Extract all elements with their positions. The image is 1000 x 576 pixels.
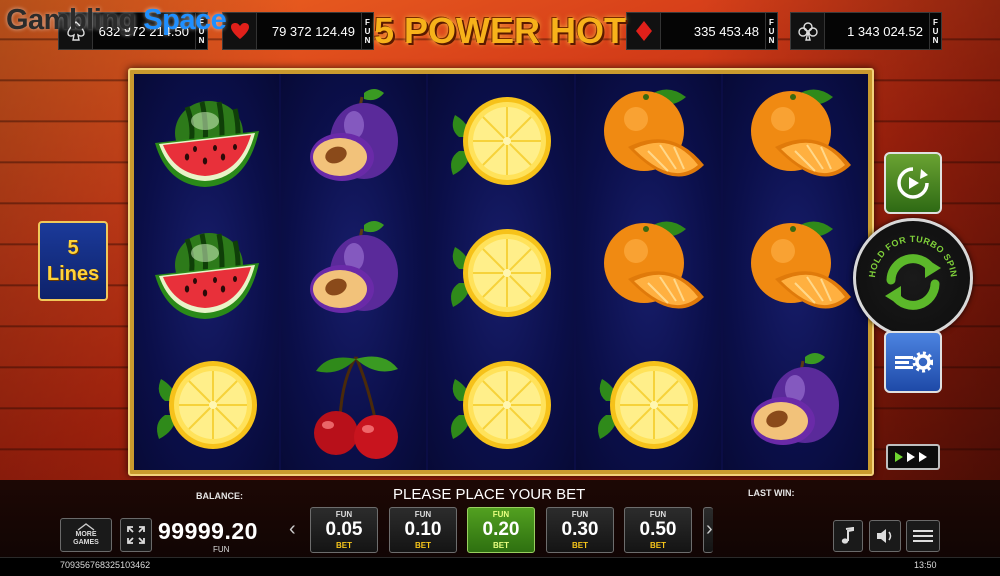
- orange-symbol: [723, 74, 868, 206]
- lemon-symbol: [428, 206, 573, 338]
- lines-label: Lines: [46, 263, 100, 285]
- watermelon-symbol: [134, 206, 279, 338]
- volume-button[interactable]: [869, 520, 901, 552]
- menu-button[interactable]: [906, 520, 940, 552]
- autoplay-icon: [897, 167, 929, 199]
- last-win-label: LAST WIN:: [748, 488, 795, 498]
- plum-symbol: [281, 74, 426, 206]
- ticket-id: 709356768325103462: [60, 560, 151, 570]
- reel-3: [428, 74, 574, 470]
- music-note-icon: [841, 527, 854, 544]
- lines-count: 5: [67, 237, 79, 259]
- club-icon: [791, 13, 825, 49]
- bet-next-arrow[interactable]: ›: [706, 518, 713, 541]
- plum-symbol: [723, 338, 868, 470]
- reel-4: [575, 74, 721, 470]
- autoplay-button[interactable]: [884, 152, 942, 214]
- status-message: PLEASE PLACE YOUR BET: [393, 486, 586, 503]
- fullscreen-button[interactable]: [120, 518, 152, 552]
- diamond-icon: [627, 13, 661, 49]
- turbo-button[interactable]: [886, 444, 940, 470]
- jackpot-amount: 335 453.48: [693, 23, 759, 39]
- lemon-symbol: [134, 338, 279, 470]
- lines-indicator: 5 Lines: [38, 221, 108, 301]
- game-title: 5 POWER HOT: [374, 10, 627, 51]
- jackpot-currency: FUN: [361, 13, 373, 49]
- settings-icon: [895, 351, 933, 373]
- heart-icon: [223, 13, 257, 49]
- bet-option[interactable]: FUN 0.10 BET: [389, 507, 457, 553]
- jackpot-amount: 79 372 124.49: [271, 23, 355, 39]
- plum-symbol: [281, 206, 426, 338]
- spin-button[interactable]: HOLD FOR TURBO SPIN: [853, 218, 973, 338]
- bet-prev-arrow[interactable]: ‹: [289, 518, 296, 541]
- jackpot-currency: FUN: [765, 13, 777, 49]
- spin-icon: [885, 254, 941, 310]
- orange-symbol: [576, 74, 721, 206]
- jackpot-club: 1 343 024.52 FUN: [790, 12, 942, 50]
- reel-frame: [128, 68, 874, 476]
- bet-option[interactable]: FUN 0.05 BET: [310, 507, 378, 553]
- bet-option-selected[interactable]: FUN 0.20 BET: [467, 507, 535, 553]
- jackpot-currency: FUN: [929, 13, 941, 49]
- more-games-button[interactable]: MORE GAMES: [60, 518, 112, 552]
- home-icon: [77, 523, 95, 531]
- reels: [134, 74, 869, 470]
- lemon-symbol: [428, 74, 573, 206]
- reel-2: [281, 74, 427, 470]
- speaker-icon: [877, 529, 892, 543]
- bet-settings-button[interactable]: [884, 331, 942, 393]
- watermelon-symbol: [134, 74, 279, 206]
- reel-5: [722, 74, 869, 470]
- hamburger-icon: [913, 530, 933, 542]
- orange-symbol: [576, 206, 721, 338]
- sound-effects-button[interactable]: [833, 520, 863, 552]
- fullscreen-icon: [127, 526, 145, 544]
- jackpot-diamond: 335 453.48 FUN: [626, 12, 778, 50]
- lemon-symbol: [428, 338, 573, 470]
- balance-value: 99999.20: [158, 518, 258, 544]
- bet-option[interactable]: FUN 0.30 BET: [546, 507, 614, 553]
- balance-label: BALANCE:: [196, 491, 243, 501]
- lemon-symbol: [576, 338, 721, 470]
- balance-currency: FUN: [213, 545, 230, 554]
- orange-symbol: [723, 206, 868, 338]
- brand-logo: Gambling Space: [6, 4, 227, 36]
- clock: 13:50: [914, 560, 937, 570]
- bet-option[interactable]: FUN 0.50 BET: [624, 507, 692, 553]
- reel-1: [134, 74, 280, 470]
- fast-forward-icon: [895, 452, 927, 462]
- cherry-symbol: [281, 338, 426, 470]
- jackpot-heart: 79 372 124.49 FUN: [222, 12, 374, 50]
- jackpot-amount: 1 343 024.52: [847, 23, 923, 39]
